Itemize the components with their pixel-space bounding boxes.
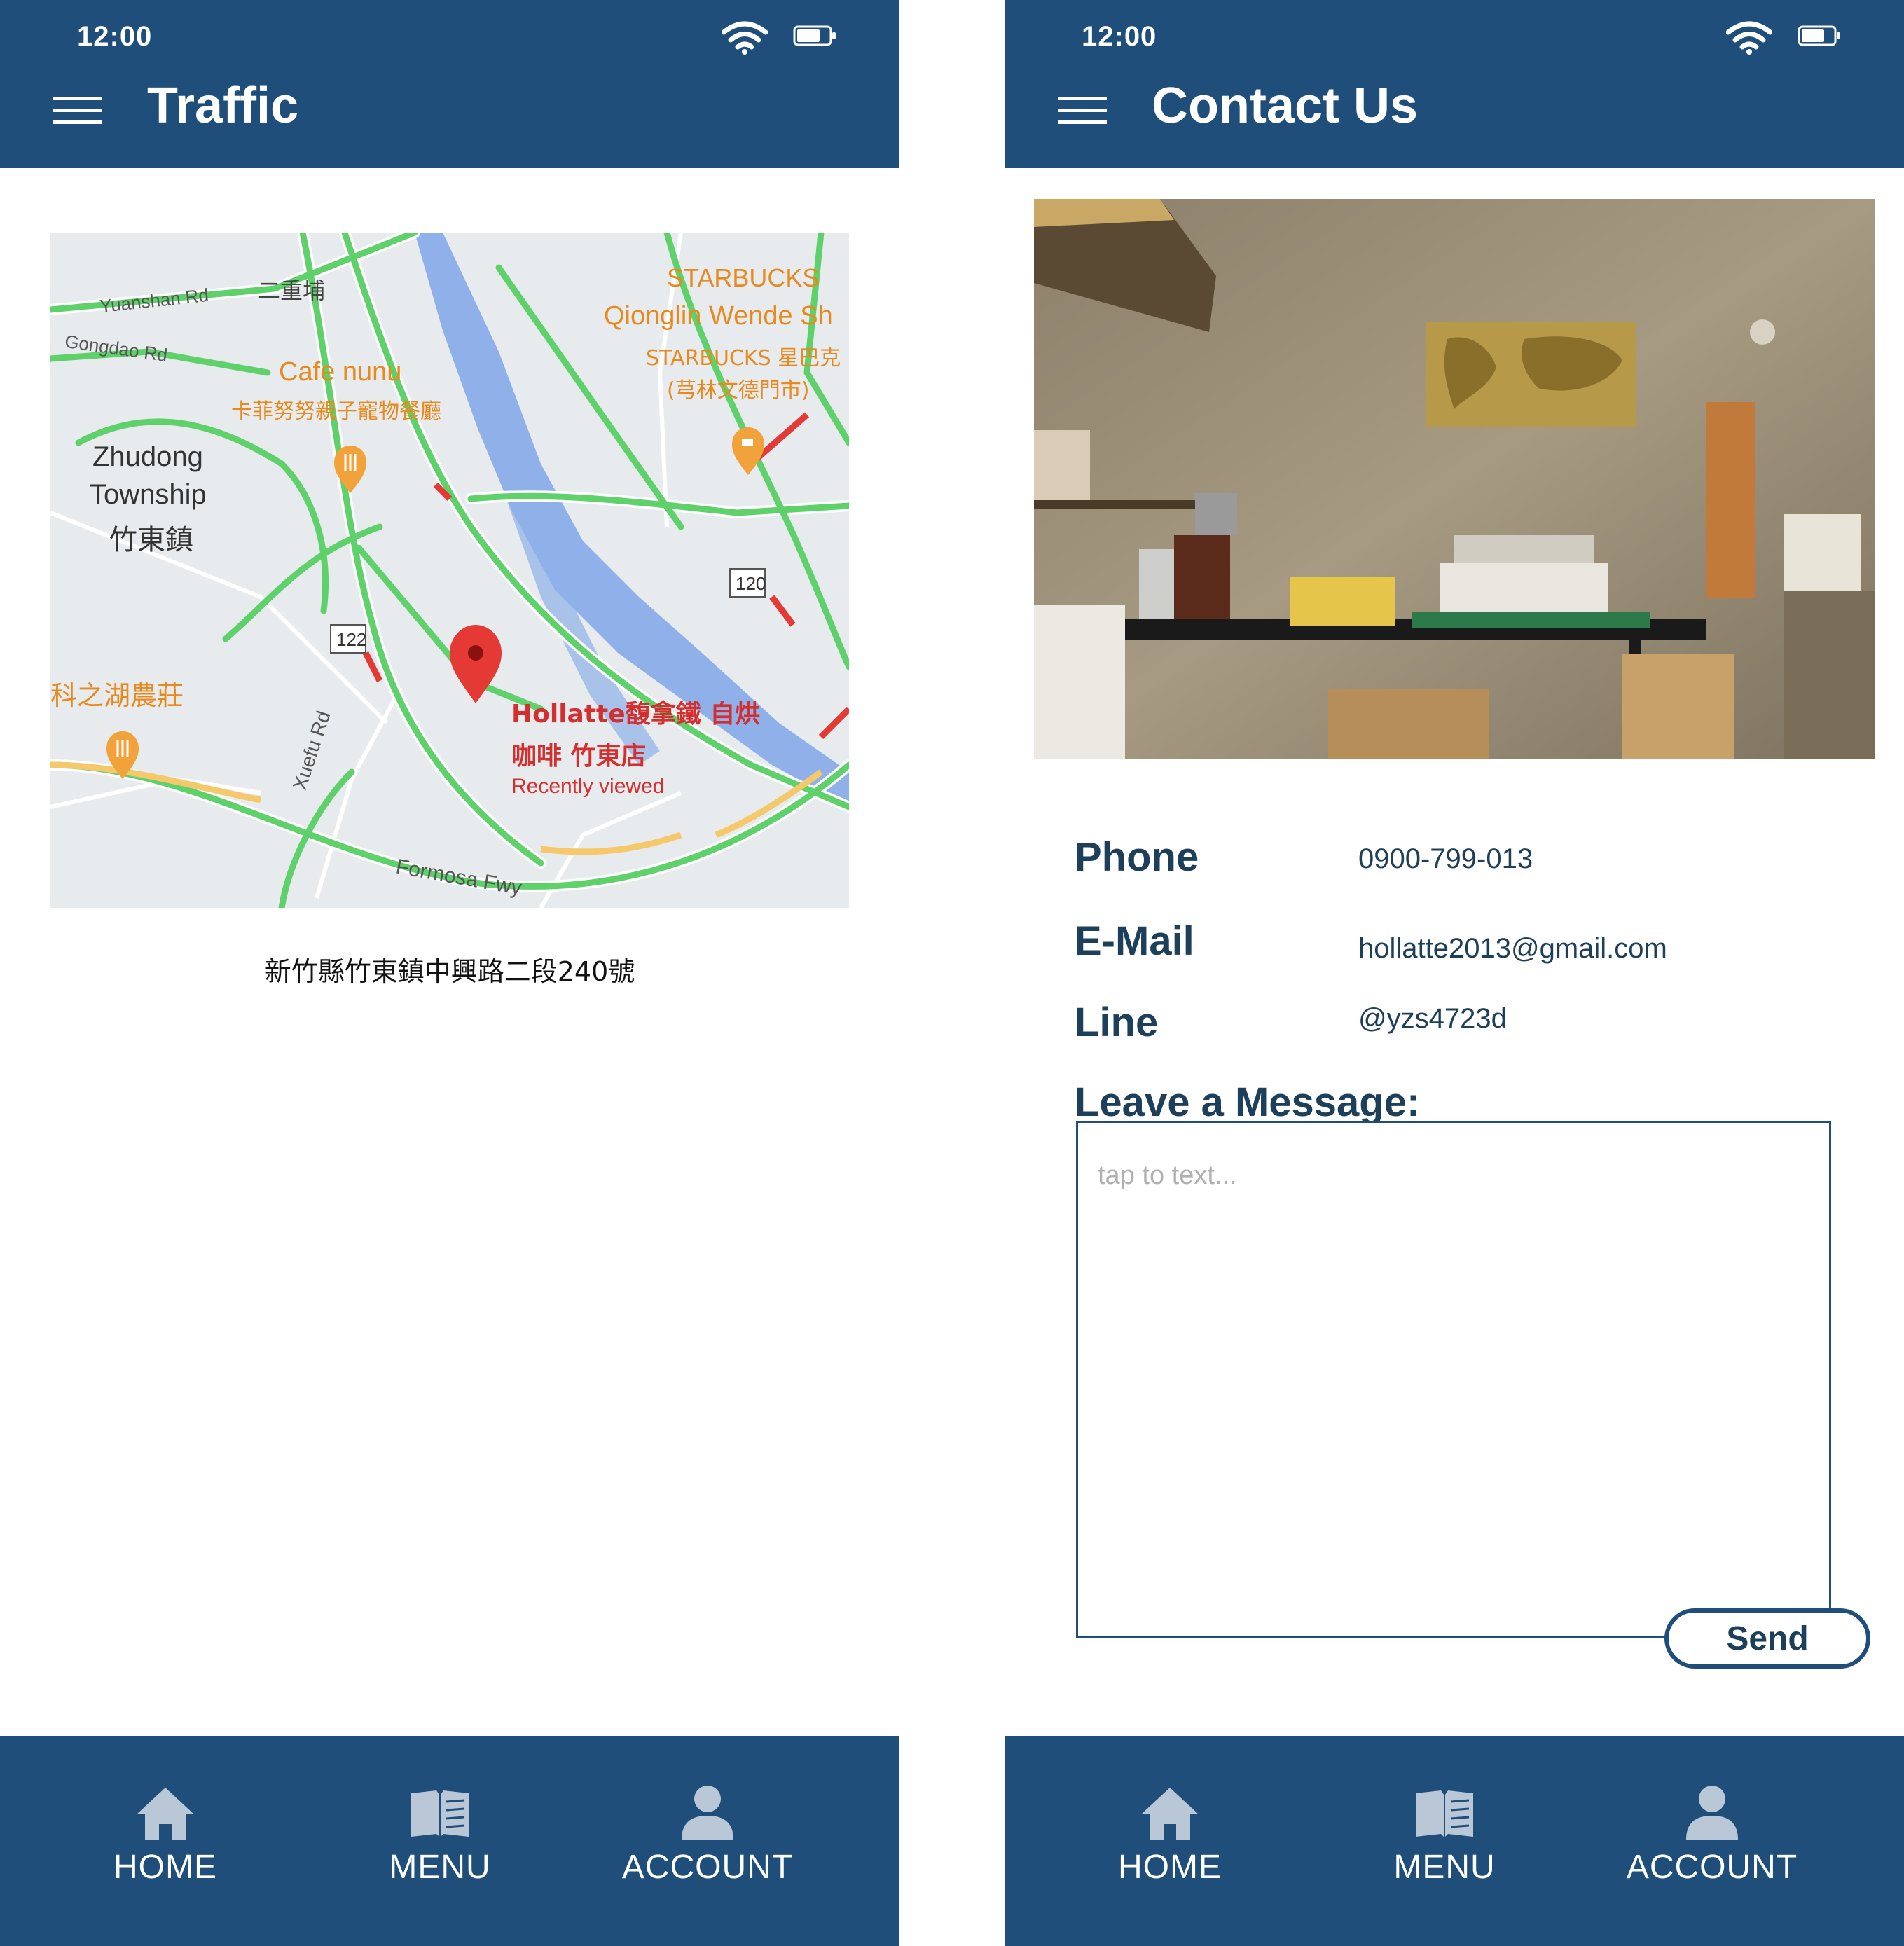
phone-value[interactable]: 0900-799-013 bbox=[1358, 843, 1533, 875]
map-label: Qionglin Wende Sh bbox=[604, 301, 833, 331]
contact-screen: 12:00 Contact Us Phone 0900-799-013 E-Ma… bbox=[1005, 0, 1904, 1946]
battery-icon bbox=[1798, 25, 1840, 46]
person-icon bbox=[682, 1786, 733, 1840]
nav-home[interactable]: HOME bbox=[1058, 1736, 1282, 1946]
map-label: Zhudong bbox=[92, 441, 203, 472]
status-time: 12:00 bbox=[77, 21, 153, 52]
hamburger-menu-icon[interactable] bbox=[1058, 97, 1107, 125]
page-title: Traffic bbox=[147, 78, 299, 134]
phone-row: Phone 0900-799-013 bbox=[1075, 834, 1845, 890]
book-icon bbox=[1416, 1790, 1473, 1837]
phone-label: Phone bbox=[1075, 834, 1199, 880]
nav-menu-label: MENU bbox=[1393, 1849, 1496, 1886]
app-header: 12:00 Contact Us bbox=[1005, 0, 1904, 168]
map-label: Cafe nunu bbox=[279, 357, 402, 387]
book-icon bbox=[411, 1790, 469, 1837]
hamburger-menu-icon[interactable] bbox=[53, 97, 102, 125]
nav-account[interactable]: ACCOUNT bbox=[1600, 1736, 1824, 1946]
nav-account[interactable]: ACCOUNT bbox=[595, 1736, 820, 1946]
line-value[interactable]: @yzs4723d bbox=[1358, 1003, 1507, 1035]
map-label: 咖啡 竹東店 bbox=[511, 742, 647, 771]
cafe-interior-photo bbox=[1034, 199, 1875, 759]
address-text: 新竹縣竹東鎮中興路二段240號 bbox=[264, 956, 635, 987]
email-label: E-Mail bbox=[1075, 918, 1194, 964]
map-label: 二重埔 bbox=[258, 277, 326, 304]
map-label: 竹東鎮 bbox=[109, 524, 193, 556]
traffic-map[interactable]: Yuanshan Rd 二重埔 Gongdao Rd STARBUCKS Qio… bbox=[50, 233, 849, 908]
wifi-icon bbox=[1726, 21, 1772, 55]
map-drawing bbox=[50, 233, 849, 908]
leave-message-label: Leave a Message: bbox=[1075, 1079, 1421, 1125]
nav-menu-label: MENU bbox=[389, 1849, 491, 1886]
battery-icon bbox=[793, 25, 836, 46]
nav-account-label: ACCOUNT bbox=[1626, 1849, 1798, 1886]
bottom-nav: HOME MENU ACCOUNT bbox=[1005, 1736, 1904, 1946]
map-label: 122 bbox=[336, 629, 367, 650]
map-label: Recently viewed bbox=[511, 775, 665, 798]
home-icon bbox=[1141, 1788, 1199, 1840]
map-label: 科之湖農莊 bbox=[50, 680, 184, 711]
nav-menu[interactable]: MENU bbox=[1332, 1736, 1557, 1946]
nav-menu[interactable]: MENU bbox=[328, 1736, 552, 1946]
map-label: (芎林文德門市) bbox=[667, 378, 810, 403]
nav-home-label: HOME bbox=[113, 1849, 217, 1886]
line-row: Line @yzs4723d bbox=[1075, 999, 1845, 1055]
wifi-icon bbox=[722, 21, 768, 55]
map-label: 卡菲努努親子寵物餐廳 bbox=[231, 399, 441, 424]
app-header: 12:00 Traffic bbox=[0, 0, 899, 168]
map-label: STARBUCKS 星巴克 bbox=[646, 346, 841, 371]
page-title: Contact Us bbox=[1152, 78, 1419, 134]
nav-home[interactable]: HOME bbox=[53, 1736, 277, 1946]
message-input[interactable] bbox=[1076, 1121, 1831, 1638]
person-icon bbox=[1686, 1786, 1738, 1840]
traffic-screen: 12:00 Traffic Yuanshan Rd 二重埔 Gongdao Rd… bbox=[0, 0, 899, 1946]
map-label: Township bbox=[90, 479, 207, 510]
send-button[interactable]: Send bbox=[1664, 1608, 1870, 1669]
map-label: Hollatte馥拿鐵 自烘 bbox=[511, 700, 761, 729]
line-label: Line bbox=[1075, 1000, 1159, 1045]
home-icon bbox=[137, 1788, 194, 1840]
email-value[interactable]: hollatte2013@gmail.com bbox=[1358, 933, 1667, 965]
map-label: STARBUCKS bbox=[667, 263, 820, 292]
email-row: E-Mail hollatte2013@gmail.com bbox=[1075, 918, 1845, 974]
bottom-nav: HOME MENU ACCOUNT bbox=[0, 1736, 899, 1946]
nav-home-label: HOME bbox=[1118, 1849, 1222, 1886]
map-label: 120 bbox=[736, 573, 766, 594]
nav-account-label: ACCOUNT bbox=[621, 1849, 794, 1886]
status-time: 12:00 bbox=[1082, 21, 1157, 52]
